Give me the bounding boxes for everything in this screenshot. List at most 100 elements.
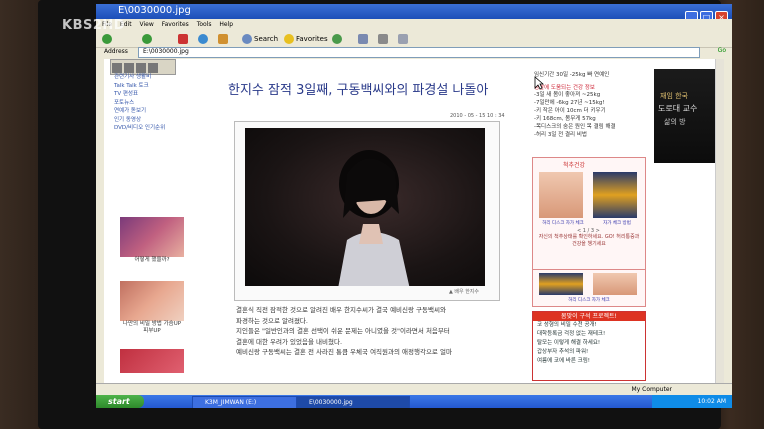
- window-title: E\0030000.jpg: [118, 5, 191, 16]
- spine-check-image: [593, 273, 637, 295]
- home-button[interactable]: [218, 34, 228, 44]
- promo-link[interactable]: 대학등록금 걱정 없는 재테크!: [537, 330, 645, 339]
- stop-button[interactable]: [178, 34, 188, 44]
- home-icon: [218, 34, 228, 44]
- system-tray: 10:02 AM: [652, 395, 732, 408]
- spine-image-left[interactable]: [539, 172, 583, 218]
- spine-health-box: 척추건강 허리 디스크 자가 체크 자가 체크 방법 < 1 / 3 > 자신의…: [532, 157, 646, 277]
- thumbnail-image: [120, 349, 184, 373]
- title-bar[interactable]: E\0030000.jpg _ □ ×: [96, 4, 732, 24]
- promo-header: 봄맞이 구석 프로젝트!: [533, 312, 645, 321]
- spine-check-box[interactable]: 허리 디스크 자가 체크: [532, 269, 646, 307]
- vertical-scrollbar[interactable]: [715, 59, 724, 383]
- ad-line: 도로대 교수: [658, 104, 698, 113]
- health-text: 자신의 척추상태를 확인하세요. GO! 허리통증과 건강을 챙기세요: [538, 234, 640, 247]
- menu-help[interactable]: Help: [219, 21, 233, 28]
- sidebar-link[interactable]: -3일 새 몸이 좋아져 ~25kg: [534, 91, 646, 99]
- back-button[interactable]: [102, 34, 112, 44]
- body-line: 예비신랑 구동백씨는 결혼 전 사라진 통큼 우체국 여직원과의 애정행각으로 …: [236, 348, 452, 356]
- ad-line: 재임 한국: [660, 92, 688, 100]
- toolbar: Search Favorites: [96, 31, 732, 48]
- body-line: 파경하는 것으로 알려졌다.: [236, 316, 308, 325]
- article-photo: [245, 128, 485, 286]
- taskbar: start K3M_JIMWAN (E:) E\0030000.jpg 10:0…: [96, 395, 732, 408]
- address-input[interactable]: E:\0030000.jpg: [138, 47, 700, 58]
- history-button[interactable]: [332, 34, 342, 44]
- search-icon: [242, 34, 252, 44]
- nav-item[interactable]: 관련기사 생활비: [114, 73, 196, 82]
- article-photo-frame: ▲ 배우 한지수: [234, 121, 500, 301]
- edit-button[interactable]: [398, 34, 408, 44]
- nav-item[interactable]: Talk Talk 토크: [114, 82, 196, 91]
- address-label: Address: [104, 48, 128, 55]
- promo-box: 봄맞이 구석 프로젝트! 코 성형의 비밀 수천 공개! 대학등록금 걱정 없는…: [532, 311, 646, 381]
- promo-link[interactable]: 여름에 코에 바른 크림!: [537, 357, 645, 366]
- star-icon: [284, 34, 294, 44]
- promo-link[interactable]: 갑상부자 추석의 파워!: [537, 348, 645, 357]
- menu-view[interactable]: View: [140, 21, 154, 28]
- spine-label-left[interactable]: 허리 디스크 자가 체크: [537, 220, 589, 226]
- nav-item[interactable]: TV 편성표: [114, 90, 196, 99]
- spine-label-right[interactable]: 자가 체크 방법: [591, 220, 643, 226]
- favorites-button[interactable]: Favorites: [284, 34, 328, 44]
- sidebar-link[interactable]: -키 168cm, 몸무게 57kg: [534, 115, 646, 123]
- thumbnail-1[interactable]: 어떻게 했을까?: [120, 217, 184, 264]
- ad-line: 삶의 방: [664, 118, 686, 126]
- body-line: 결혼식 직전 잠적한 것으로 알려진 배우 한지수씨가 결국 예비신랑 구동백씨…: [236, 306, 446, 314]
- health-sidebar: 임신기간 30일 -25kg 빠 연예인 생활에 도움되는 건강 정보 -3일 …: [534, 59, 646, 139]
- sidebar-section-title: 생활에 도움되는 건강 정보: [534, 85, 595, 91]
- stop-icon: [178, 34, 188, 44]
- body-line: 결혼에 대한 우려가 있었음을 내비쳤다.: [236, 337, 343, 346]
- thumbnail-caption: 나만의 비밀 방법 가슴UP 피부UP: [122, 321, 182, 334]
- mail-icon: [358, 34, 368, 44]
- nav-item[interactable]: DVD/비디오 인기순위: [114, 124, 196, 133]
- mail-image-icon[interactable]: [136, 63, 146, 73]
- promo-link[interactable]: 코 성형의 비밀 수천 공개!: [537, 321, 645, 330]
- print-image-icon[interactable]: [124, 63, 134, 73]
- body-line: 지인들은 "일반인과의 결혼 선택이 쉬운 문제는 아니였을 것"이라면서 처음…: [236, 327, 450, 335]
- search-button[interactable]: Search: [242, 34, 278, 44]
- promo-link[interactable]: 탈모는 이렇게 해결 하세요!: [537, 339, 645, 348]
- nav-item[interactable]: 연예가 돋보기: [114, 107, 196, 116]
- sidebar-link[interactable]: -키 작은 아이 10cm 더 키우기: [534, 107, 646, 115]
- forward-button[interactable]: [142, 34, 152, 44]
- address-value: E:\0030000.jpg: [143, 48, 189, 55]
- thumbnail-2[interactable]: 나만의 비밀 방법 가슴UP 피부UP: [120, 281, 184, 335]
- start-button[interactable]: start: [96, 395, 144, 408]
- history-icon: [332, 34, 342, 44]
- woman-portrait: [338, 150, 410, 286]
- sidebar-link[interactable]: -7일만에 -6kg 27년 ~15kg!: [534, 99, 646, 107]
- sidebar-link[interactable]: -허리 3일 전 결리 비법: [534, 131, 646, 139]
- printer-icon: [378, 34, 388, 44]
- security-zone: My Computer: [631, 386, 672, 393]
- thumbnail-image: [120, 217, 184, 257]
- go-button[interactable]: Go: [718, 47, 726, 54]
- sidebar-top-line[interactable]: 임신기간 30일 -25kg 빠 연예인: [534, 71, 646, 79]
- save-image-icon[interactable]: [112, 63, 122, 73]
- refresh-button[interactable]: [198, 34, 208, 44]
- sidebar-link[interactable]: -목디스크의 숨은 원인 목 결림 해결: [534, 123, 646, 131]
- advert-banner[interactable]: 재임 한국 도로대 교수 삶의 방: [654, 69, 716, 163]
- thumbnail-caption: 어떻게 했을까?: [134, 257, 170, 263]
- spine-image-right[interactable]: [593, 172, 637, 218]
- address-bar: Address E:\0030000.jpg Go: [96, 47, 732, 58]
- forward-arrow-icon: [142, 34, 152, 44]
- left-nav: 관련기사 생활비 Talk Talk 토크 TV 편성표 포토뉴스 연예가 돋보…: [114, 73, 196, 133]
- back-arrow-icon: [102, 34, 112, 44]
- nav-item[interactable]: 포토뉴스: [114, 99, 196, 108]
- photo-caption: ▲ 배우 한지수: [448, 289, 479, 295]
- open-folder-icon[interactable]: [148, 63, 158, 73]
- thumbnail-3[interactable]: [120, 349, 184, 373]
- thumbnail-image: [120, 281, 184, 321]
- mouse-pointer-icon: [534, 76, 544, 90]
- menu-tools[interactable]: Tools: [197, 21, 212, 28]
- menu-bar: File Edit View Favorites Tools Help: [96, 19, 732, 31]
- spine-check-label: 허리 디스크 자가 체크: [568, 298, 610, 303]
- mail-button[interactable]: [358, 34, 368, 44]
- print-button[interactable]: [378, 34, 388, 44]
- taskbar-item-image[interactable]: E\0030000.jpg: [296, 396, 410, 408]
- menu-favorites[interactable]: Favorites: [162, 21, 189, 28]
- web-page: 관련기사 생활비 Talk Talk 토크 TV 편성표 포토뉴스 연예가 돋보…: [104, 59, 724, 383]
- nav-item[interactable]: 인기 동영상: [114, 116, 196, 125]
- article-headline: 한지수 잠적 3일째, 구동백씨와의 파경설 나돌아: [228, 83, 489, 98]
